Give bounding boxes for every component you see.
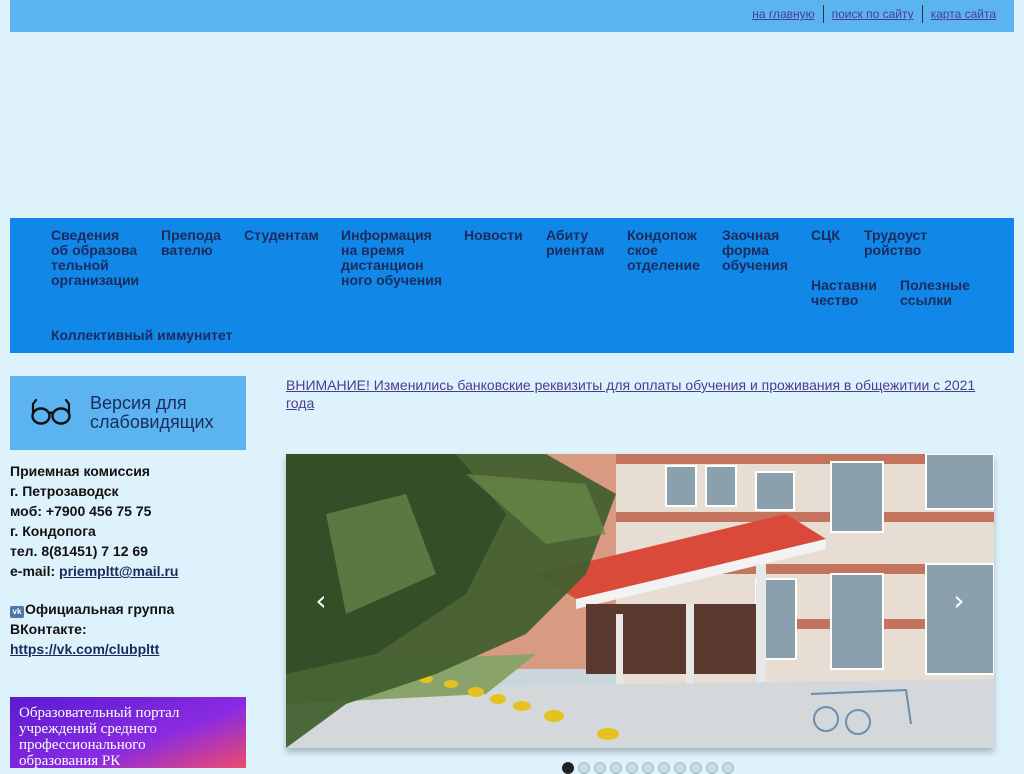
main-nav: Сведения об образова тельной организации… [10,218,1014,353]
top-bar: на главную поиск по сайту карта сайта [10,0,1014,32]
slider-next-button[interactable]: › [944,584,974,618]
nav-item-teachers[interactable]: Препода вателю [161,228,221,258]
contacts-email-row: e-mail: priempltt@mail.ru [10,561,246,581]
low-vision-label: Версия для слабовидящих [90,393,214,432]
site-search-link[interactable]: поиск по сайту [824,6,922,22]
top-links: на главную поиск по сайту карта сайта [744,5,1004,23]
glasses-icon [31,398,71,425]
education-portal-banner[interactable]: Образовательный портал учреждений средне… [10,697,246,768]
nav-item-useful-links[interactable]: Полезные ссылки [900,278,970,308]
slider-dot[interactable] [594,762,606,774]
photo-slider[interactable]: ‹ › [286,454,994,748]
nav-item-about[interactable]: Сведения об образова тельной организации [51,228,139,288]
nav-item-students[interactable]: Студентам [244,228,319,243]
low-vision-button[interactable]: Версия для слабовидящих [10,376,246,450]
contacts-title: Приемная комиссия [10,463,150,479]
vk-text-line1: Официальная группа [25,601,175,617]
slide-image [286,454,994,748]
slider-dot[interactable] [610,762,622,774]
contacts-city-petrozavodsk: г. Петрозаводск [10,483,119,499]
nav-item-news[interactable]: Новости [464,228,523,243]
slider-dot[interactable] [706,762,718,774]
admissions-contacts: Приемная комиссия г. Петрозаводск моб: +… [10,461,246,659]
home-link[interactable]: на главную [744,6,822,22]
vk-text-line2: ВКонтакте: [10,621,87,637]
contacts-city-kondopoga: г. Кондопога [10,523,96,539]
slider-dot[interactable] [562,762,574,774]
slider-dot[interactable] [626,762,638,774]
email-link[interactable]: priempltt@mail.ru [59,563,178,579]
nav-item-kondopoga-branch[interactable]: Кондопож ское отделение [627,228,700,273]
slider-dot[interactable] [690,762,702,774]
sitemap-link[interactable]: карта сайта [923,6,1004,22]
nav-item-correspondence[interactable]: Заочная форма обучения [722,228,788,273]
nav-item-mentoring[interactable]: Наставни чество [811,278,877,308]
slider-prev-button[interactable]: ‹ [306,584,336,618]
vk-group-link[interactable]: https://vk.com/clubpltt [10,641,159,657]
nav-item-sck[interactable]: СЦК [811,228,840,243]
nav-item-employment[interactable]: Трудоуст ройство [864,228,927,258]
slider-dot[interactable] [578,762,590,774]
slider-dot[interactable] [674,762,686,774]
slider-dot[interactable] [722,762,734,774]
vk-logo-icon: vk [10,606,24,618]
slider-dot[interactable] [642,762,654,774]
slider-dots [562,762,734,774]
contacts-mobile: моб: +7900 456 75 75 [10,503,152,519]
nav-item-distance-learning[interactable]: Информация на время дистанцион ного обуч… [341,228,442,288]
nav-item-collective-immunity[interactable]: Коллективный иммунитет [51,328,232,343]
nav-item-applicants[interactable]: Абиту риентам [546,228,604,258]
contacts-phone: тел. 8(81451) 7 12 69 [10,543,148,559]
vk-group-block: vk Официальная группа ВКонтакте: https://… [10,599,246,659]
bank-details-notice[interactable]: ВНИМАНИЕ! Изменились банковские реквизит… [286,376,1006,412]
slider-dot[interactable] [658,762,670,774]
portal-banner-text: Образовательный портал учреждений средне… [19,705,180,768]
email-label: e-mail: [10,563,60,579]
